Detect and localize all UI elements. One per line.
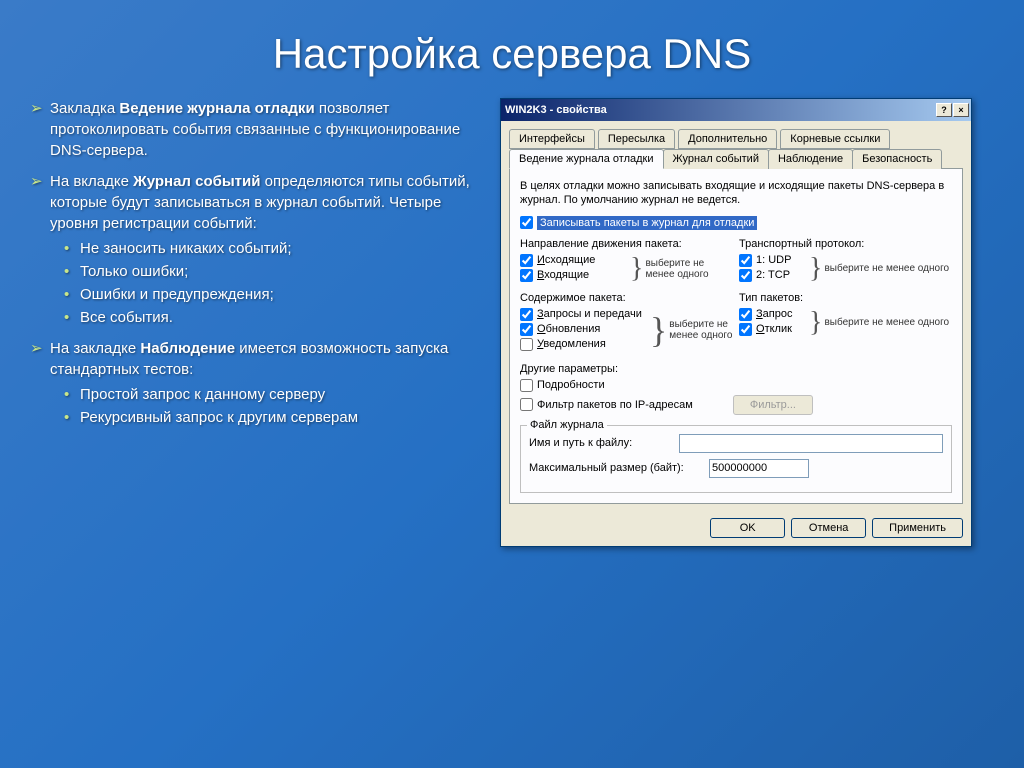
incoming-label: Входящие (537, 269, 589, 281)
window-title: WIN2K3 - свойства (505, 104, 936, 116)
tab-forwarding[interactable]: Пересылка (598, 129, 675, 149)
tab-panel: В целях отладки можно записывать входящи… (509, 168, 963, 504)
properties-dialog: WIN2K3 - свойства ? × Интерфейсы Пересыл… (500, 98, 972, 547)
content-title: Содержимое пакета: (520, 292, 733, 304)
tcp-label: 2: TCP (756, 269, 790, 281)
text-column: Закладка Ведение журнала отладки позволя… (30, 98, 480, 547)
response-label: Отклик (756, 323, 792, 335)
sub-bullet: Ошибки и предупреждения; (50, 284, 480, 305)
filter-button: Фильтр... (733, 395, 813, 415)
tabs-row-2: Ведение журнала отладки Журнал событий Н… (509, 149, 963, 169)
tab-debug-logging[interactable]: Ведение журнала отладки (509, 149, 664, 169)
outgoing-label: Исходящие (537, 254, 595, 266)
brace-icon: } (630, 259, 643, 279)
filepath-label: Имя и путь к файлу: (529, 437, 679, 449)
sub-bullet: Все события. (50, 307, 480, 328)
tab-advanced[interactable]: Дополнительно (678, 129, 777, 149)
cancel-button[interactable]: Отмена (791, 518, 866, 538)
apply-button[interactable]: Применить (872, 518, 963, 538)
tabs-row-1: Интерфейсы Пересылка Дополнительно Корне… (509, 129, 963, 149)
notifications-label: Уведомления (537, 338, 606, 350)
sub-bullet: Простой запрос к данному серверу (50, 384, 480, 405)
tab-interfaces[interactable]: Интерфейсы (509, 129, 595, 149)
tab-event-log[interactable]: Журнал событий (663, 149, 769, 169)
direction-title: Направление движения пакета: (520, 238, 733, 250)
ipfilter-label: Фильтр пакетов по IP-адресам (537, 399, 693, 411)
udp-checkbox[interactable] (739, 254, 752, 267)
bullet-item: На закладке Наблюдение имеется возможнос… (30, 338, 480, 428)
main-log-checkbox[interactable] (520, 216, 533, 229)
brace-icon: } (650, 320, 667, 340)
updates-checkbox[interactable] (520, 323, 533, 336)
tab-security[interactable]: Безопасность (852, 149, 942, 169)
description-text: В целях отладки можно записывать входящи… (520, 179, 952, 208)
updates-label: Обновления (537, 323, 600, 335)
filepath-input[interactable] (679, 434, 943, 453)
tab-root-hints[interactable]: Корневые ссылки (780, 129, 890, 149)
sub-bullet: Только ошибки; (50, 261, 480, 282)
help-button[interactable]: ? (936, 103, 952, 117)
pkttype-title: Тип пакетов: (739, 292, 952, 304)
slide-title: Настройка сервера DNS (0, 0, 1024, 98)
ipfilter-checkbox[interactable] (520, 398, 533, 411)
sub-bullet: Не заносить никаких событий; (50, 238, 480, 259)
notifications-checkbox[interactable] (520, 338, 533, 351)
file-log-group: Файл журнала Имя и путь к файлу: Максима… (520, 425, 952, 493)
ok-button[interactable]: OK (710, 518, 785, 538)
hint-text: выберите не менее одного (824, 317, 949, 328)
file-log-legend: Файл журнала (527, 419, 607, 431)
maxsize-input[interactable] (709, 459, 809, 478)
transport-title: Транспортный протокол: (739, 238, 952, 250)
main-log-label: Записывать пакеты в журнал для отладки (537, 216, 757, 230)
close-button[interactable]: × (953, 103, 969, 117)
tab-monitoring[interactable]: Наблюдение (768, 149, 853, 169)
incoming-checkbox[interactable] (520, 269, 533, 282)
udp-label: 1: UDP (756, 254, 791, 266)
outgoing-checkbox[interactable] (520, 254, 533, 267)
brace-icon: } (809, 259, 822, 279)
bullet-item: На вкладке Журнал событий определяются т… (30, 171, 480, 328)
details-checkbox[interactable] (520, 379, 533, 392)
tcp-checkbox[interactable] (739, 269, 752, 282)
details-label: Подробности (537, 379, 605, 391)
response-checkbox[interactable] (739, 323, 752, 336)
other-params-title: Другие параметры: (520, 363, 952, 375)
titlebar[interactable]: WIN2K3 - свойства ? × (501, 99, 971, 121)
queries-label: Запросы и передачи (537, 308, 642, 320)
queries-checkbox[interactable] (520, 308, 533, 321)
hint-text: выберите не менее одного (645, 258, 733, 280)
request-checkbox[interactable] (739, 308, 752, 321)
request-label: Запрос (756, 308, 792, 320)
hint-text: выберите не менее одного (824, 263, 949, 274)
maxsize-label: Максимальный размер (байт): (529, 462, 709, 474)
sub-bullet: Рекурсивный запрос к другим серверам (50, 407, 480, 428)
bullet-item: Закладка Ведение журнала отладки позволя… (30, 98, 480, 161)
hint-text: выберите не менее одного (669, 319, 733, 341)
brace-icon: } (809, 313, 822, 333)
